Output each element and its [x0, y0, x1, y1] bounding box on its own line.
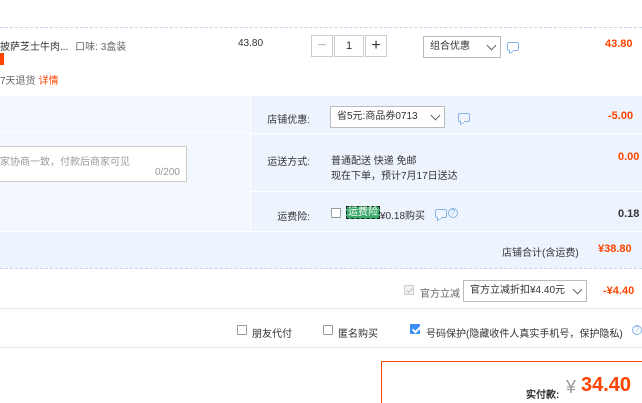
- official-discount-select[interactable]: 官方立减折扣¥4.40元: [463, 280, 587, 302]
- insurance-label: 运费险:: [277, 212, 310, 223]
- message-counter: 0/200: [154, 167, 180, 178]
- chevron-down-icon: [572, 284, 583, 295]
- refund-text: 7天退货: [0, 76, 36, 87]
- refund-info: 7天退货 详情: [0, 72, 59, 87]
- friend-pay-checkbox[interactable]: [237, 325, 247, 335]
- shipping-eta: 现在下单，预计7月17日送达: [331, 171, 458, 182]
- decrease-button[interactable]: −: [311, 35, 333, 57]
- section-divider: [0, 347, 642, 348]
- increase-button[interactable]: +: [365, 35, 387, 57]
- order-item-row: 披萨芝士牛肉... 口味: 3盒装 7天退货 详情 43.80 − 1 + 组合优…: [0, 28, 642, 94]
- combo-discount-select[interactable]: 组合优惠: [423, 36, 501, 58]
- insurance-tag: 运费险: [346, 206, 380, 219]
- insurance-checkbox[interactable]: [331, 208, 341, 218]
- item-subtotal: 43.80: [605, 38, 633, 50]
- shop-discount-value: 省5元:商品券0713: [337, 111, 418, 122]
- combo-discount-value: 组合优惠: [430, 41, 470, 52]
- promo-tag: [0, 53, 4, 65]
- chevron-down-icon: [430, 110, 441, 121]
- anonymous-label[interactable]: 匿名购买: [338, 325, 378, 340]
- section-divider: [0, 268, 642, 269]
- official-discount-checkbox: [404, 285, 414, 295]
- privacy-checkbox[interactable]: [410, 324, 420, 334]
- message-placeholder: 家协商一致，付款后商家可见: [0, 157, 130, 168]
- privacy-description: (隐藏收件人真实手机号，保护隐私): [466, 329, 623, 340]
- row-divider: [0, 231, 642, 232]
- payment-amount: 34.40: [581, 374, 632, 396]
- section-divider: [0, 308, 642, 309]
- privacy-label[interactable]: 号码保护: [426, 329, 466, 340]
- chevron-down-icon: [486, 40, 497, 51]
- official-discount-value: 官方立减折扣¥4.40元: [470, 285, 566, 296]
- buyer-message-input[interactable]: 家协商一致，付款后商家可见 0/200: [0, 146, 187, 182]
- row-divider: [250, 133, 642, 134]
- item-title-line: 披萨芝士牛肉... 口味: 3盒装: [0, 38, 126, 53]
- official-discount-amount: -¥4.40: [603, 285, 635, 297]
- payment-label: 实付款:: [526, 390, 560, 401]
- shop-total-label: 店铺合计(含运费): [502, 248, 579, 259]
- shop-discount-amount: -5.00: [608, 110, 634, 122]
- payment-currency: ¥: [566, 377, 577, 397]
- shipping-method: 普通配送 快递 免邮: [331, 156, 417, 167]
- item-title[interactable]: 披萨芝士牛肉...: [0, 42, 68, 53]
- chat-icon[interactable]: [507, 42, 519, 51]
- shipping-fee: 0.00: [618, 151, 640, 163]
- refund-detail-link[interactable]: 详情: [39, 76, 59, 87]
- shop-total-amount: ¥38.80: [598, 243, 632, 255]
- quantity-input[interactable]: 1: [334, 35, 364, 57]
- item-flavor-label: 口味:: [75, 42, 98, 53]
- unit-price: 43.80: [238, 38, 264, 49]
- help-icon[interactable]: ?: [632, 325, 642, 335]
- privacy-option: 号码保护(隐藏收件人真实手机号，保护隐私): [426, 325, 623, 340]
- panel-divider: [0, 132, 250, 133]
- item-flavor-value: 3盒装: [100, 42, 127, 53]
- friend-pay-label[interactable]: 朋友代付: [252, 325, 292, 340]
- help-icon[interactable]: ?: [448, 208, 458, 218]
- official-discount-label: 官方立减: [420, 289, 460, 300]
- chat-icon[interactable]: [458, 113, 470, 122]
- insurance-price: ¥0.18购买: [380, 211, 426, 222]
- shipping-label: 运送方式:: [267, 157, 310, 168]
- row-divider: [250, 191, 642, 192]
- insurance-amount: 0.18: [618, 208, 640, 220]
- anonymous-checkbox[interactable]: [323, 325, 333, 335]
- shop-discount-select[interactable]: 省5元:商品券0713: [330, 106, 445, 128]
- payment-summary-box: 实付款: ¥ 34.40: [381, 361, 642, 403]
- chat-icon[interactable]: [435, 209, 447, 218]
- shop-discount-label: 店铺优惠:: [267, 115, 310, 126]
